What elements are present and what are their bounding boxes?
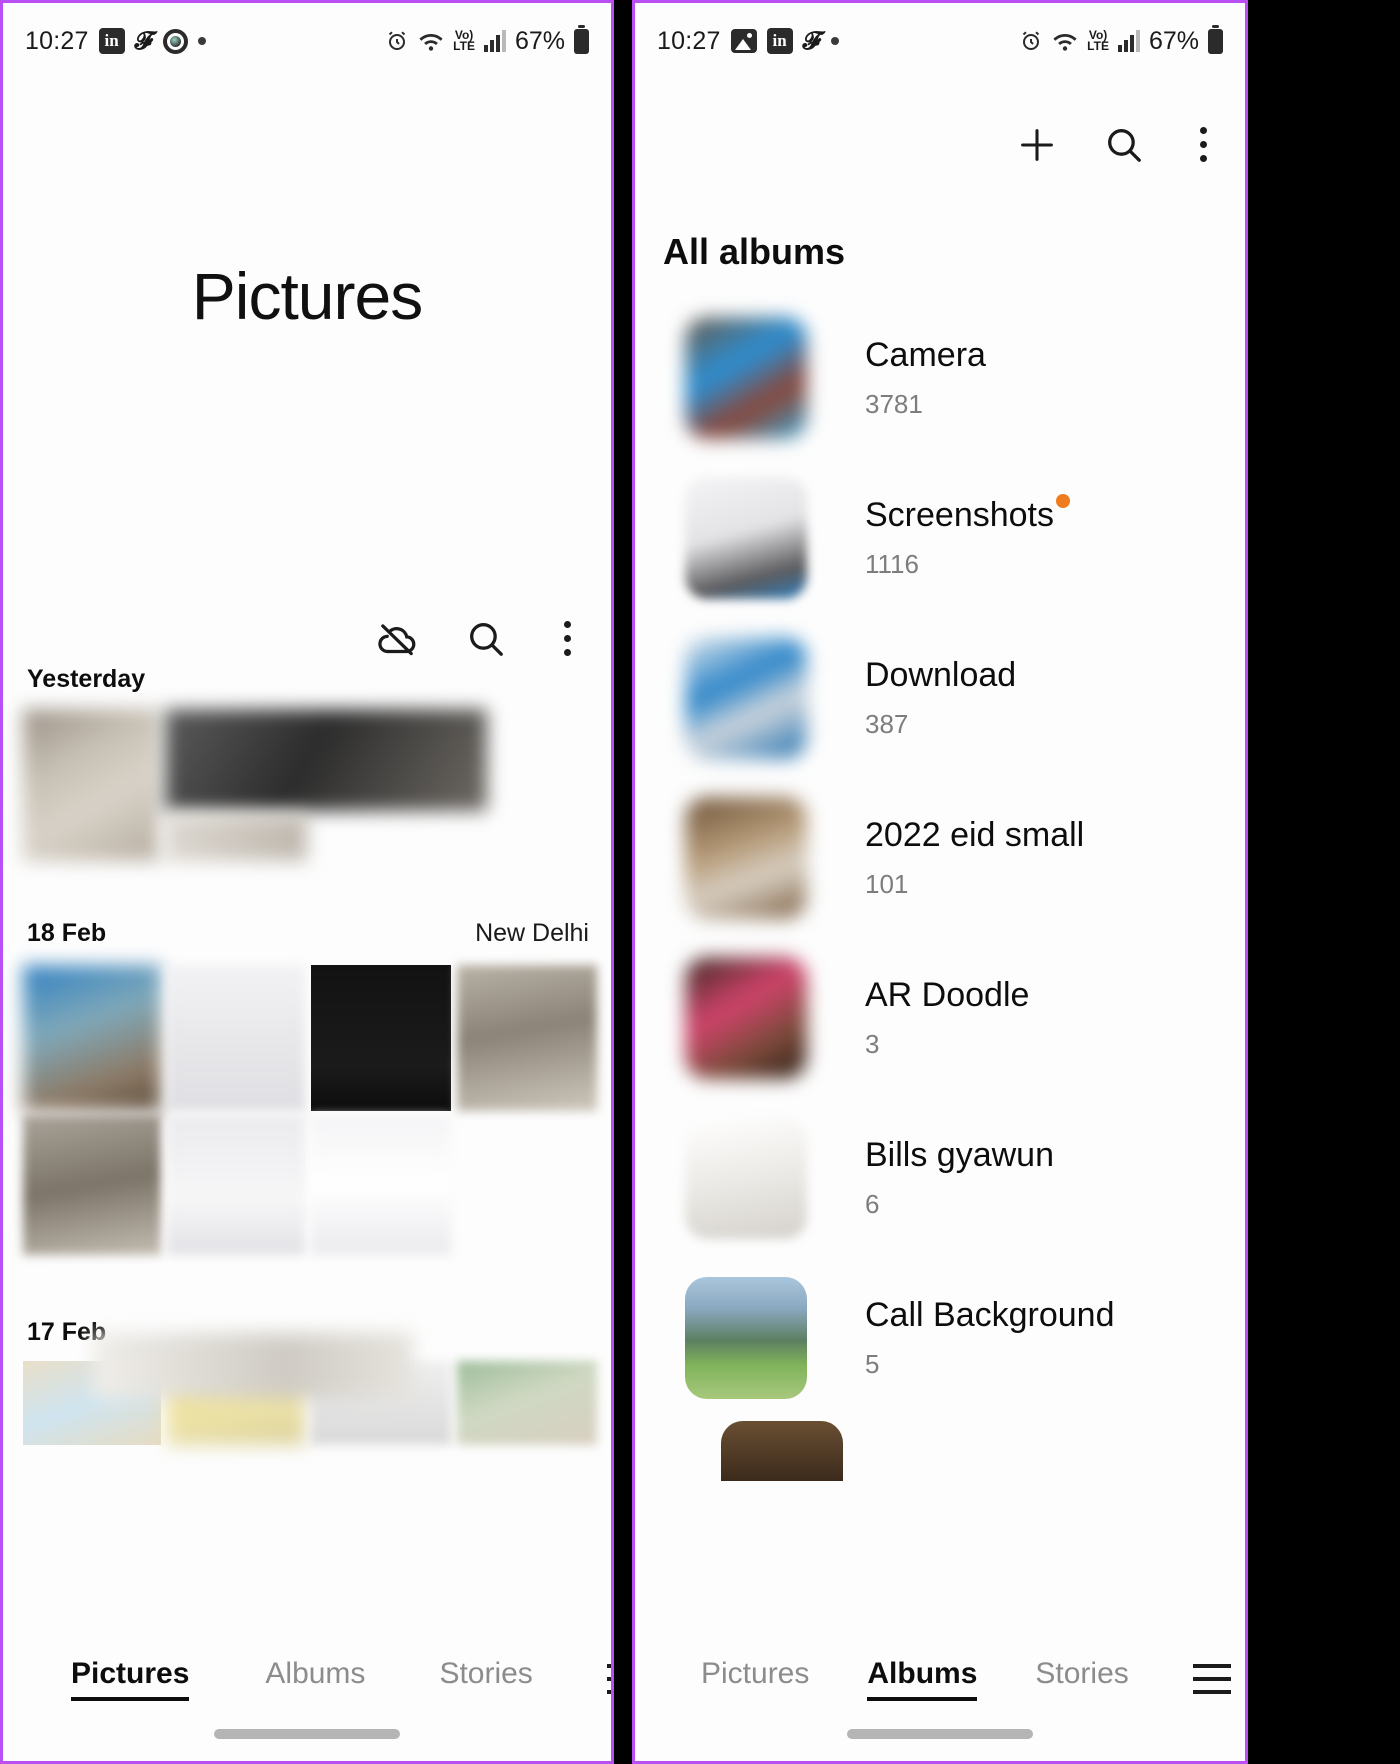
alarm-icon <box>385 29 409 53</box>
photo-thumbnail[interactable] <box>167 1115 305 1255</box>
more-options-icon[interactable] <box>552 615 583 662</box>
photo-thumbnail[interactable] <box>165 815 307 861</box>
hamburger-menu-icon[interactable] <box>1192 1664 1231 1694</box>
dual-screenshot-stage: 10:27 in 𝓕 Vo) LTE 67% Pictures Yesterda… <box>0 0 1400 1764</box>
gallery-image-icon <box>730 29 757 53</box>
album-row-download[interactable]: Download 387 <box>649 619 1231 777</box>
new-items-badge-icon <box>1056 494 1070 508</box>
album-count: 5 <box>865 1349 880 1379</box>
battery-icon <box>574 24 589 54</box>
gesture-bar <box>847 1729 1033 1739</box>
right-status-bar: 10:27 in 𝓕 Vo) LTE 67% <box>635 3 1245 79</box>
signal-icon <box>1117 30 1140 52</box>
photo-thumbnail[interactable] <box>167 965 305 1111</box>
status-time: 10:27 <box>25 26 89 55</box>
album-cover-thumbnail <box>685 477 807 599</box>
album-cover-thumbnail <box>685 317 807 439</box>
status-time: 10:27 <box>657 26 721 55</box>
x-twitter-icon: 𝓕 <box>802 26 822 55</box>
album-name-text: Screenshots <box>865 496 1054 534</box>
battery-icon <box>1208 24 1223 54</box>
photo-thumbnail[interactable] <box>23 965 161 1111</box>
album-row-call-background[interactable]: Call Background 5 <box>649 1259 1231 1417</box>
album-count: 1116 <box>865 549 919 579</box>
nav-tab-stories[interactable]: Stories <box>1035 1657 1128 1701</box>
album-cover-thumbnail <box>685 1277 807 1399</box>
album-count: 3781 <box>865 389 923 419</box>
album-name: Download <box>865 656 1017 694</box>
album-row-camera[interactable]: Camera 3781 <box>649 299 1231 457</box>
section-header-18feb: 18 Feb <box>27 919 107 947</box>
nav-tab-pictures[interactable]: Pictures <box>701 1657 809 1701</box>
signal-icon <box>483 30 506 52</box>
left-status-bar: 10:27 in 𝓕 Vo) LTE 67% <box>3 3 611 79</box>
album-row-2022-eid-small[interactable]: 2022 eid small 101 <box>649 779 1231 937</box>
album-count: 101 <box>865 869 909 899</box>
album-cover-thumbnail <box>685 797 807 919</box>
add-album-icon[interactable] <box>1014 122 1060 168</box>
right-bottom-nav: Pictures Albums Stories <box>635 1643 1245 1761</box>
search-icon[interactable] <box>1102 123 1146 167</box>
wifi-icon <box>418 30 444 52</box>
album-cover-thumbnail <box>685 637 807 759</box>
album-cover-thumbnail <box>685 1117 807 1239</box>
nav-tab-stories[interactable]: Stories <box>439 1657 532 1701</box>
album-name: Screenshots <box>865 494 1070 535</box>
volte-icon: Vo) LTE <box>453 29 475 53</box>
photo-thumbnail[interactable] <box>311 965 451 1111</box>
left-phone-screen: 10:27 in 𝓕 Vo) LTE 67% Pictures Yesterda… <box>0 0 614 1764</box>
wifi-icon <box>1052 30 1078 52</box>
linkedin-icon: in <box>766 28 793 54</box>
album-count: 3 <box>865 1029 880 1059</box>
photo-thumbnail[interactable] <box>23 1115 161 1255</box>
cloud-off-icon[interactable] <box>374 616 420 662</box>
section-place-18feb: New Delhi <box>475 919 589 947</box>
search-icon[interactable] <box>464 617 508 661</box>
more-options-icon[interactable] <box>1188 121 1219 168</box>
left-toolbar <box>374 615 583 662</box>
x-twitter-icon: 𝓕 <box>134 26 154 55</box>
all-albums-header: All albums <box>663 231 846 272</box>
left-bottom-nav: Pictures Albums Stories <box>3 1643 611 1761</box>
photo-overlay-strip <box>93 1333 413 1399</box>
album-count: 6 <box>865 1189 880 1219</box>
volte-bottom-text: LTE <box>453 39 475 53</box>
dot-indicator-icon <box>198 37 207 45</box>
photo-thumbnail[interactable] <box>457 1361 597 1445</box>
section-header-yesterday: Yesterday <box>27 665 146 693</box>
album-cover-thumbnail <box>685 957 807 1079</box>
album-name: 2022 eid small <box>865 816 1085 854</box>
album-name: Camera <box>865 336 986 374</box>
photo-thumbnail[interactable] <box>311 1115 451 1255</box>
right-toolbar <box>1014 121 1219 168</box>
photo-thumbnail[interactable] <box>23 709 159 861</box>
linkedin-icon: in <box>98 28 125 54</box>
panel-divider <box>614 0 632 1764</box>
photo-thumbnail[interactable] <box>165 709 487 811</box>
album-count: 387 <box>865 709 909 739</box>
ring-app-icon <box>163 28 189 54</box>
nav-tab-pictures[interactable]: Pictures <box>71 1657 190 1701</box>
album-row-screenshots[interactable]: Screenshots 1116 <box>649 459 1231 617</box>
album-name: Call Background <box>865 1296 1115 1334</box>
volte-icon: Vo) LTE <box>1087 29 1109 53</box>
dot-indicator-icon <box>831 37 840 45</box>
nav-tab-albums[interactable]: Albums <box>867 1657 978 1701</box>
nav-tab-albums[interactable]: Albums <box>265 1657 365 1701</box>
volte-bottom-text: LTE <box>1087 39 1109 53</box>
gesture-bar <box>214 1729 400 1739</box>
album-row-bills-gyawun[interactable]: Bills gyawun 6 <box>649 1099 1231 1257</box>
alarm-icon <box>1019 29 1043 53</box>
album-row-ar-doodle[interactable]: AR Doodle 3 <box>649 939 1231 1097</box>
right-phone-screen: 10:27 in 𝓕 Vo) LTE 67% All albums Camera… <box>632 0 1248 1764</box>
album-name: Bills gyawun <box>865 1136 1054 1174</box>
page-title: Pictures <box>191 259 423 333</box>
album-cover-thumbnail-partial[interactable] <box>721 1421 843 1481</box>
battery-percent: 67% <box>514 26 565 55</box>
album-name: AR Doodle <box>865 976 1030 1014</box>
battery-percent: 67% <box>1148 26 1199 55</box>
hamburger-menu-icon[interactable] <box>606 1664 611 1694</box>
photo-thumbnail[interactable] <box>457 965 597 1111</box>
